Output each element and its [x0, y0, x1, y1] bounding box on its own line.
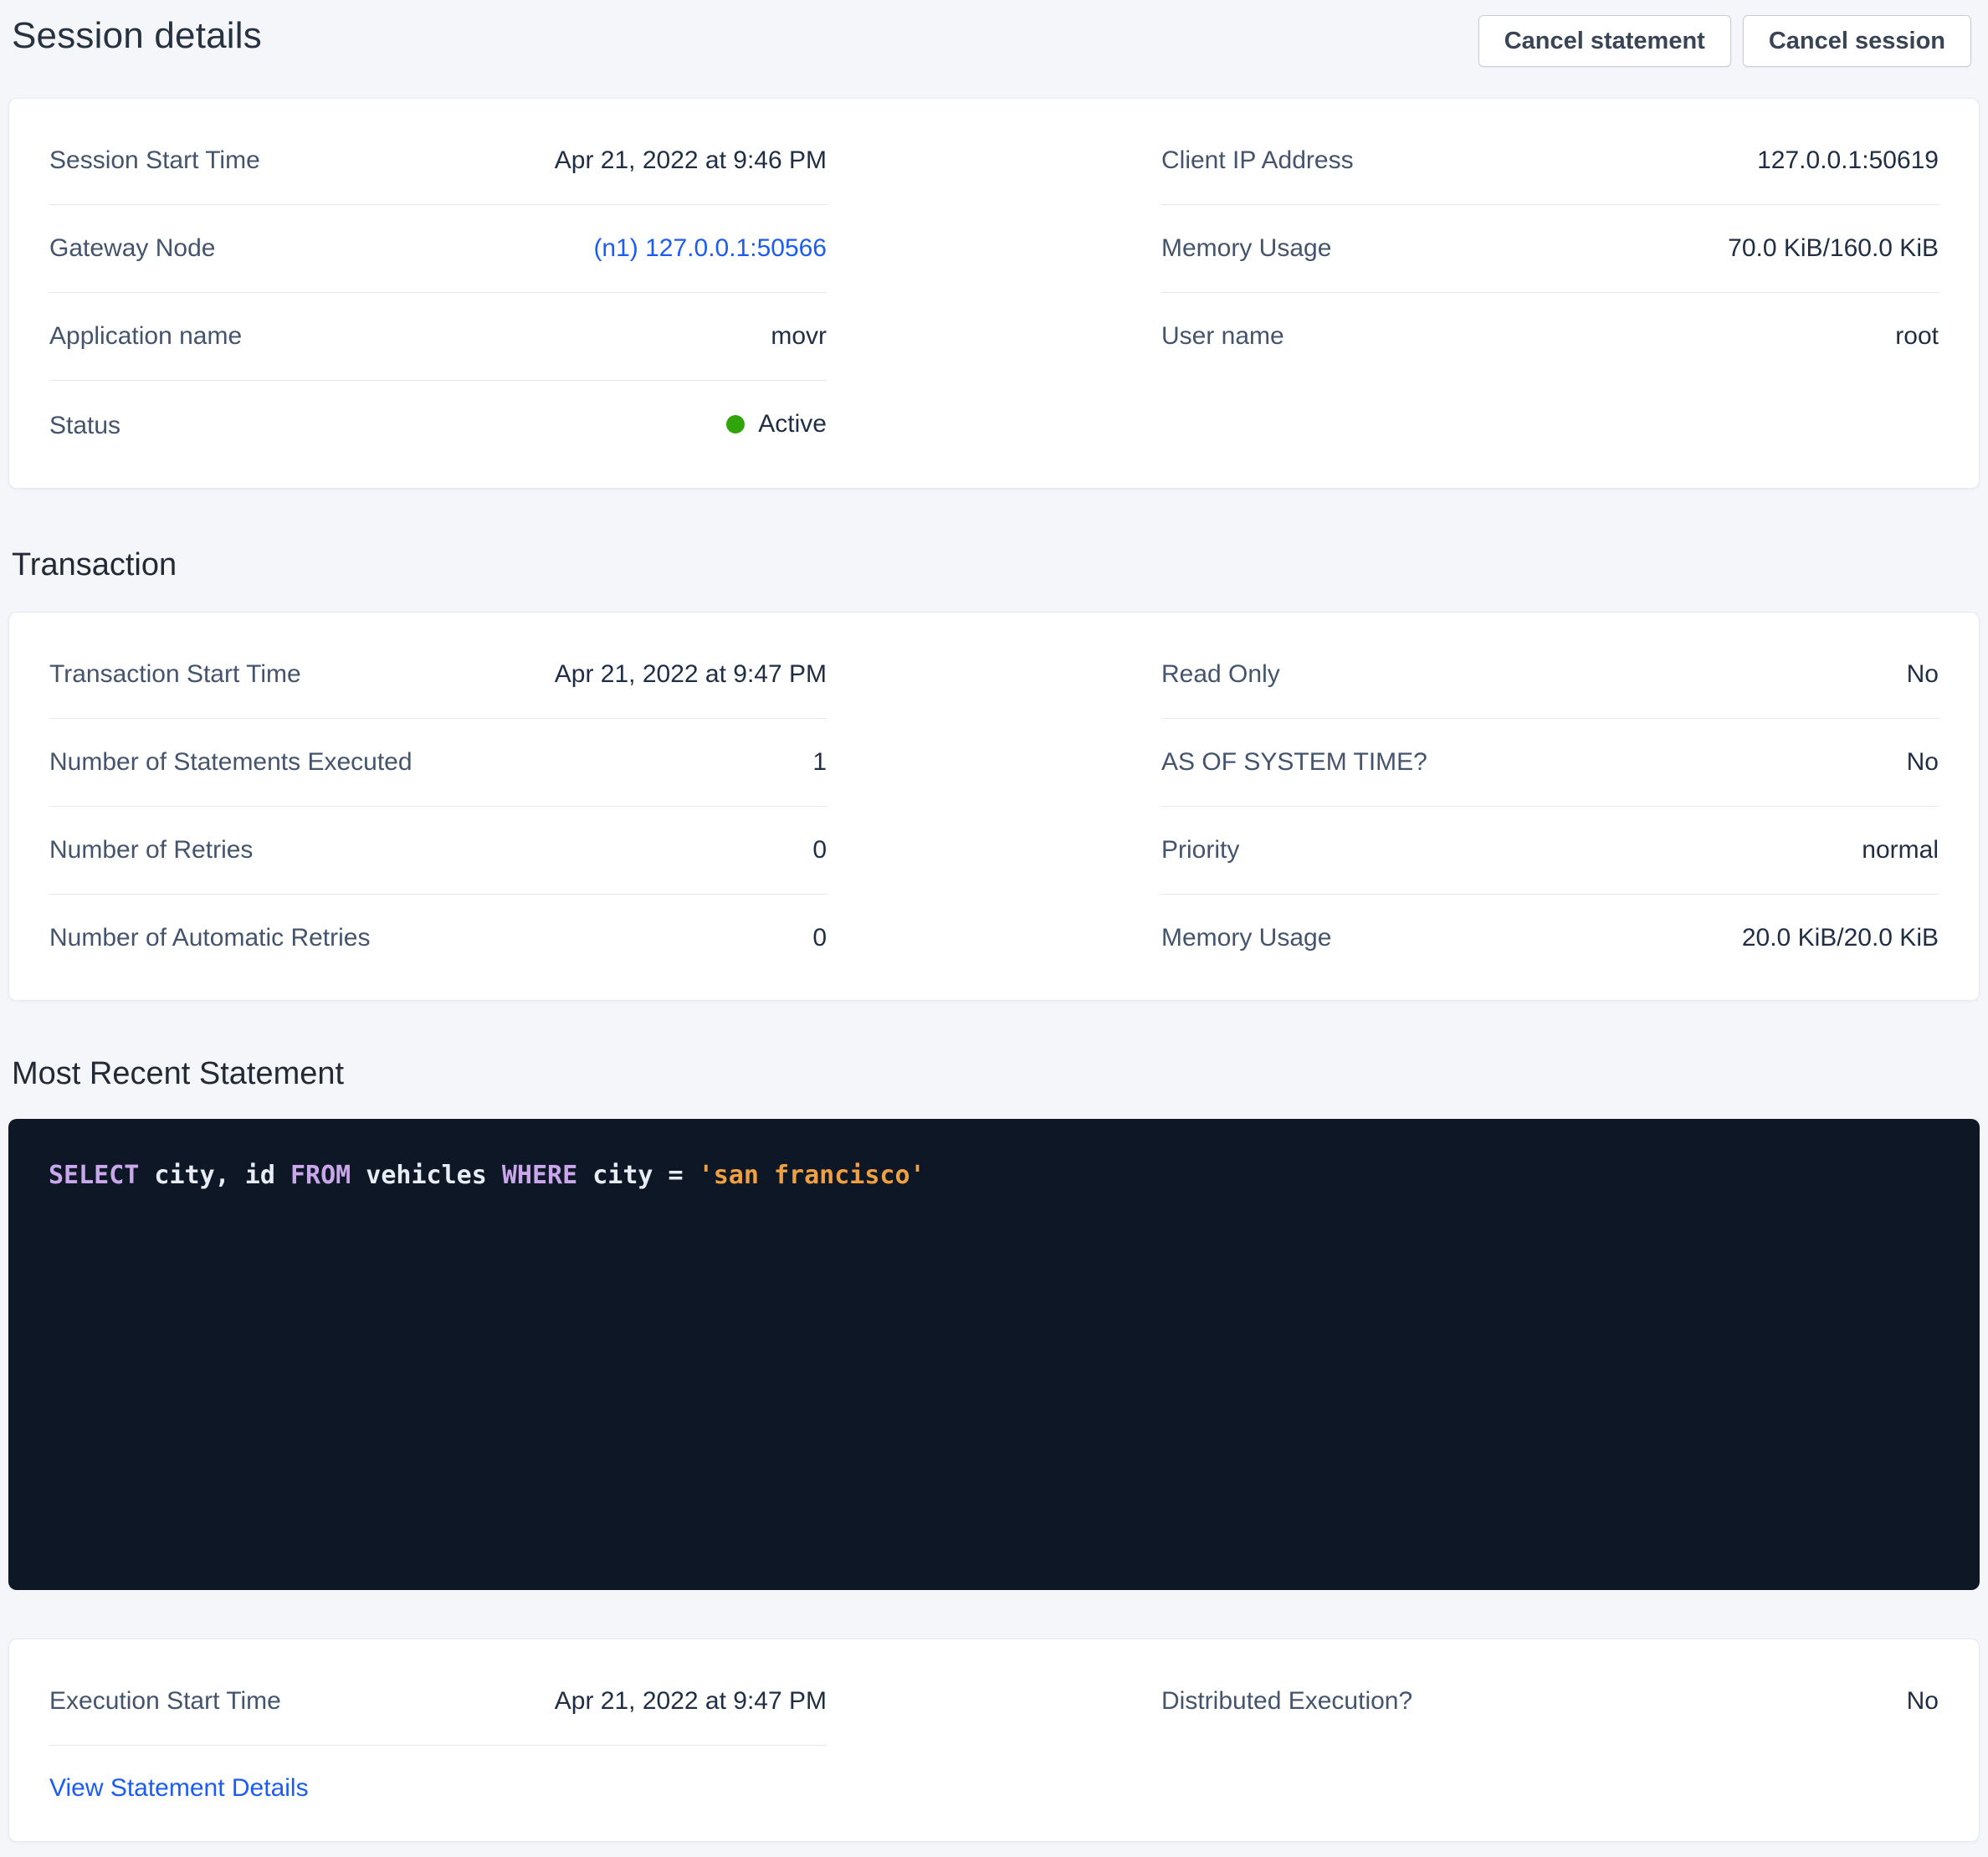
automatic-retries-value: 0: [812, 922, 827, 954]
statements-executed-value: 1: [812, 746, 827, 778]
session-memory-usage-label: Memory Usage: [1161, 233, 1331, 264]
execution-right-column: Distributed Execution? No: [1161, 1658, 1939, 1745]
transaction-left-column: Transaction Start Time Apr 21, 2022 at 9…: [49, 631, 827, 982]
sql-keyword-from: FROM: [290, 1161, 351, 1190]
session-details-page: Session details Cancel statement Cancel …: [0, 0, 1988, 1857]
execution-details-card: Execution Start Time Apr 21, 2022 at 9:4…: [8, 1639, 1980, 1842]
cancel-statement-button[interactable]: Cancel statement: [1478, 15, 1731, 67]
application-name-value: movr: [771, 321, 827, 352]
page-title: Session details: [12, 15, 262, 57]
status-text: Active: [758, 408, 827, 440]
automatic-retries-label: Number of Automatic Retries: [49, 922, 370, 954]
transaction-right-column: Read Only No AS OF SYSTEM TIME? No Prior…: [1161, 631, 1939, 982]
user-name-row: User name root: [1161, 293, 1939, 380]
session-start-time-label: Session Start Time: [49, 145, 260, 177]
sql-string-literal: 'san francisco': [699, 1161, 925, 1190]
session-memory-usage-value: 70.0 KiB/160.0 KiB: [1728, 233, 1939, 264]
execution-start-time-value: Apr 21, 2022 at 9:47 PM: [555, 1685, 827, 1717]
retries-row: Number of Retries 0: [49, 807, 827, 895]
transaction-card: Transaction Start Time Apr 21, 2022 at 9…: [8, 612, 1980, 1001]
most-recent-statement-heading: Most Recent Statement: [12, 1056, 1980, 1092]
as-of-system-time-label: AS OF SYSTEM TIME?: [1161, 746, 1427, 778]
session-left-column: Session Start Time Apr 21, 2022 at 9:46 …: [49, 117, 827, 469]
retries-value: 0: [812, 834, 827, 866]
sql-code-block: SELECT city, id FROM vehicles WHERE city…: [8, 1119, 1980, 1590]
priority-row: Priority normal: [1161, 807, 1939, 895]
transaction-start-time-value: Apr 21, 2022 at 9:47 PM: [555, 659, 827, 690]
statements-executed-row: Number of Statements Executed 1: [49, 719, 827, 807]
read-only-value: No: [1907, 659, 1939, 690]
sql-table: vehicles: [351, 1161, 502, 1190]
client-ip-row: Client IP Address 127.0.0.1:50619: [1161, 117, 1939, 205]
transaction-section-heading: Transaction: [12, 547, 1980, 583]
sql-condition: city =: [577, 1161, 699, 1190]
status-value: Active: [726, 408, 827, 440]
status-row: Status Active: [49, 381, 827, 469]
distributed-execution-value: No: [1907, 1685, 1939, 1717]
transaction-memory-usage-row: Memory Usage 20.0 KiB/20.0 KiB: [1161, 895, 1939, 982]
session-details-card: Session Start Time Apr 21, 2022 at 9:46 …: [8, 98, 1980, 489]
session-memory-usage-row: Memory Usage 70.0 KiB/160.0 KiB: [1161, 205, 1939, 293]
client-ip-value: 127.0.0.1:50619: [1757, 145, 1939, 177]
as-of-system-time-value: No: [1907, 746, 1939, 778]
session-right-column: Client IP Address 127.0.0.1:50619 Memory…: [1161, 117, 1939, 380]
execution-start-time-row: Execution Start Time Apr 21, 2022 at 9:4…: [49, 1658, 827, 1746]
read-only-row: Read Only No: [1161, 631, 1939, 719]
session-start-time-value: Apr 21, 2022 at 9:46 PM: [555, 145, 827, 177]
view-statement-details-link[interactable]: View Statement Details: [49, 1774, 309, 1802]
status-label: Status: [49, 410, 120, 442]
page-header: Session details Cancel statement Cancel …: [8, 12, 1980, 67]
gateway-node-link[interactable]: (n1) 127.0.0.1:50566: [593, 233, 827, 264]
session-start-time-row: Session Start Time Apr 21, 2022 at 9:46 …: [49, 117, 827, 205]
cancel-session-button[interactable]: Cancel session: [1743, 15, 1971, 67]
sql-statement: SELECT city, id FROM vehicles WHERE city…: [49, 1157, 1939, 1194]
view-statement-details-row: View Statement Details: [49, 1746, 827, 1808]
priority-label: Priority: [1161, 834, 1239, 866]
gateway-node-label: Gateway Node: [49, 233, 215, 264]
statements-executed-label: Number of Statements Executed: [49, 746, 412, 778]
priority-value: normal: [1862, 834, 1939, 866]
client-ip-label: Client IP Address: [1161, 145, 1354, 177]
read-only-label: Read Only: [1161, 659, 1280, 690]
application-name-label: Application name: [49, 321, 242, 352]
distributed-execution-label: Distributed Execution?: [1161, 1685, 1412, 1717]
user-name-value: root: [1895, 321, 1939, 352]
transaction-start-time-label: Transaction Start Time: [49, 659, 301, 690]
sql-columns: city, id: [139, 1161, 290, 1190]
transaction-start-time-row: Transaction Start Time Apr 21, 2022 at 9…: [49, 631, 827, 719]
retries-label: Number of Retries: [49, 834, 253, 866]
transaction-memory-usage-label: Memory Usage: [1161, 922, 1331, 954]
header-actions: Cancel statement Cancel session: [1478, 15, 1971, 67]
user-name-label: User name: [1161, 321, 1284, 352]
sql-keyword-where: WHERE: [502, 1161, 577, 1190]
status-active-dot-icon: [726, 415, 745, 433]
sql-keyword-select: SELECT: [49, 1161, 139, 1190]
distributed-execution-row: Distributed Execution? No: [1161, 1658, 1939, 1745]
execution-left-column: Execution Start Time Apr 21, 2022 at 9:4…: [49, 1658, 827, 1808]
transaction-memory-usage-value: 20.0 KiB/20.0 KiB: [1742, 922, 1939, 954]
execution-start-time-label: Execution Start Time: [49, 1685, 281, 1717]
automatic-retries-row: Number of Automatic Retries 0: [49, 895, 827, 982]
as-of-system-time-row: AS OF SYSTEM TIME? No: [1161, 719, 1939, 807]
application-name-row: Application name movr: [49, 293, 827, 381]
gateway-node-row: Gateway Node (n1) 127.0.0.1:50566: [49, 205, 827, 293]
